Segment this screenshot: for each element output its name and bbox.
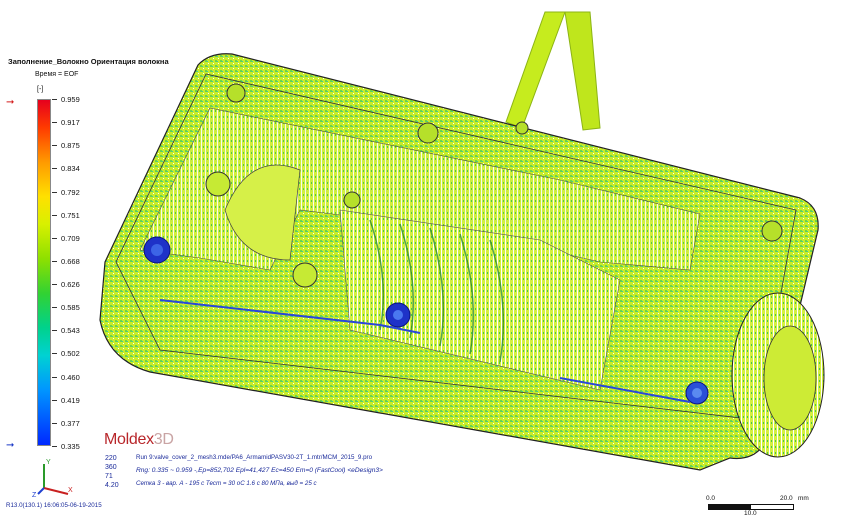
legend-tick: [52, 446, 57, 447]
legend-value-label: 0.543: [61, 326, 80, 336]
legend-tick: [52, 122, 57, 124]
stat-value: 4.20: [105, 482, 119, 489]
legend-value-label: 0.377: [61, 418, 80, 428]
legend-tick: [52, 399, 57, 401]
legend-value-label: 0.585: [61, 303, 80, 313]
run-info: Run 9:valve_cover_2_mesh3.mde/PA6_Armami…: [136, 454, 373, 461]
stat-value: 220: [105, 455, 117, 462]
runner-2: [564, 11, 601, 131]
legend-tick: [52, 99, 57, 100]
legend-value-label: 0.668: [61, 256, 80, 266]
legend-tick: [52, 191, 57, 193]
scale-bar: 0.0 20.0 mm 10.0: [706, 495, 809, 519]
legend-value-label: 0.917: [61, 118, 80, 128]
legend-value-label: 0.792: [61, 187, 80, 197]
color-legend-bar: [37, 99, 51, 446]
legend-value-label: 0.626: [61, 280, 80, 290]
legend-tick: [52, 307, 57, 309]
result-time: Время = EOF: [35, 71, 79, 78]
legend-value-label: 0.834: [61, 164, 80, 174]
legend-value-label: 0.959: [61, 95, 80, 104]
legend-tick: [52, 284, 57, 286]
legend-tick: [52, 237, 57, 239]
range-info: Rng: 0.335 ~ 0.959 -,Ep=852,702 Epl=41,4…: [136, 467, 383, 474]
scale-start: 0.0: [706, 495, 716, 502]
legend-value-label: 0.460: [61, 372, 80, 382]
stat-value: 71: [105, 473, 113, 480]
legend-tick: [52, 145, 57, 147]
legend-tick: [52, 330, 57, 332]
cell-info: Сетка 3 - вар. А - 195 с Тест = 30 оС 1.…: [136, 480, 317, 487]
scale-mid: 10.0: [744, 510, 757, 517]
min-value-arrow-icon: ➞: [6, 440, 15, 451]
scale-unit: mm: [798, 495, 809, 502]
legend-value-label: 0.502: [61, 349, 80, 359]
legend-tick: [52, 214, 57, 216]
legend-value-label: 0.875: [61, 141, 80, 151]
legend-tick: [52, 353, 57, 355]
scale-end: 20.0: [780, 495, 793, 502]
legend-tick: [52, 168, 57, 170]
axis-z-label: Z: [32, 492, 37, 498]
legend-tick: [52, 422, 57, 424]
result-title: Заполнение_Волокно Ориентация волокна: [8, 57, 169, 66]
moldex-logo: Moldex3D: [104, 431, 174, 448]
legend-value-label: 0.419: [61, 395, 80, 405]
runner: [505, 11, 566, 129]
version-footer: R13.0(130.1) 16:06:05-06-19-2015: [6, 502, 102, 509]
max-value-arrow-icon: ➞: [6, 97, 15, 108]
axis-triad: Y X Z: [32, 459, 73, 498]
axis-x-label: X: [68, 487, 73, 494]
legend-value-label: 0.709: [61, 233, 80, 243]
model-stats: 220 360 71 4.20: [105, 454, 119, 490]
legend-value-label: 0.751: [61, 210, 80, 220]
stat-value: 360: [105, 464, 117, 471]
axis-y-label: Y: [46, 459, 51, 466]
legend-tick: [52, 376, 57, 378]
legend-tick: [52, 260, 57, 262]
legend-value-label: 0.335: [61, 442, 80, 451]
result-unit: [-]: [37, 86, 44, 93]
